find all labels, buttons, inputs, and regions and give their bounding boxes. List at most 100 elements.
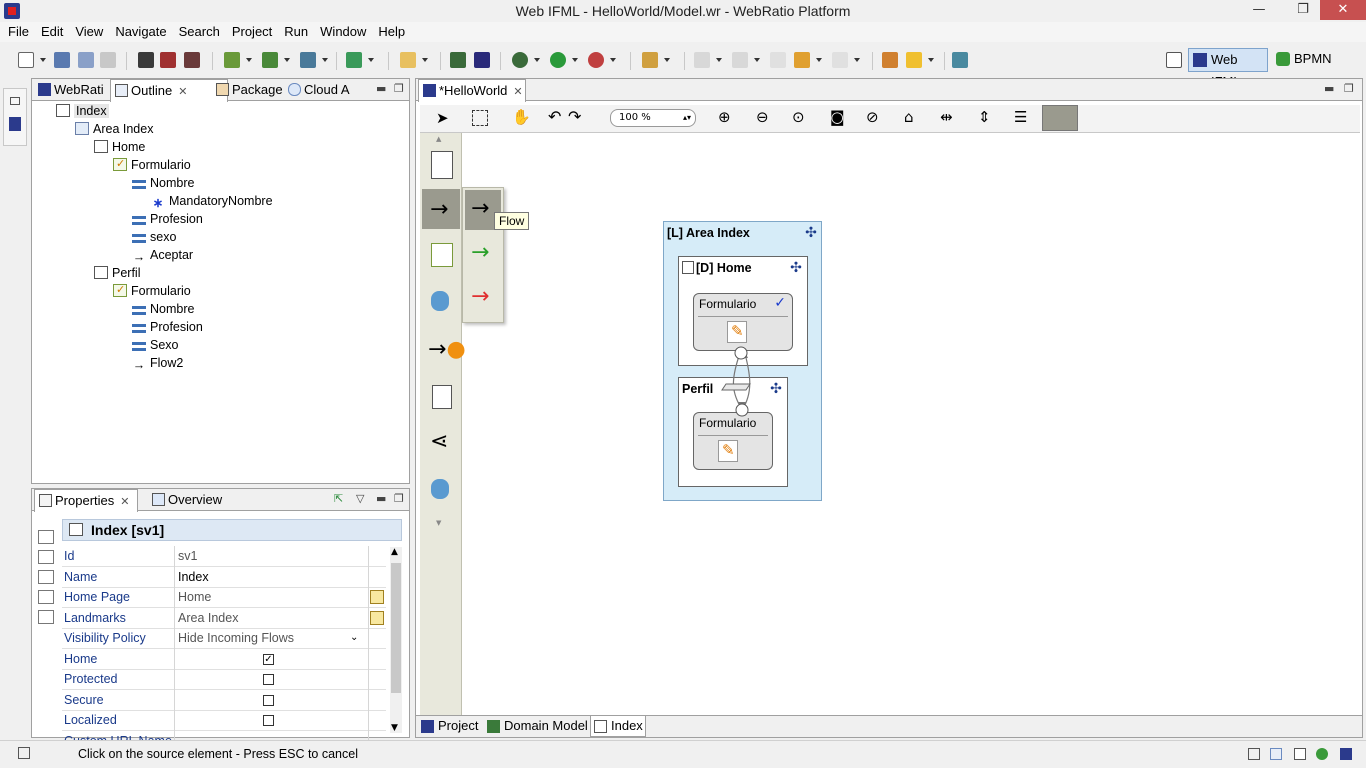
close-outline-icon[interactable]: ✕ <box>178 82 187 102</box>
generate-full-icon[interactable] <box>160 52 176 68</box>
property-value[interactable]: sv1 <box>178 546 368 566</box>
palette-switch-tool[interactable]: ⋖ <box>422 423 460 463</box>
property-row[interactable]: Visibility Policy Hide Incoming Flows ⌄ <box>62 628 386 649</box>
palette-form-tool[interactable] <box>422 235 460 275</box>
pin-icon[interactable]: ⇱ <box>334 492 343 505</box>
select-landmarks-icon[interactable] <box>370 610 384 625</box>
palette-flow-tool[interactable]: → <box>422 189 460 229</box>
scrollbar-thumb[interactable] <box>391 563 401 693</box>
property-value[interactable]: Index <box>178 567 368 587</box>
scroll-down-icon[interactable]: ▼ <box>391 723 398 733</box>
perspective-web-ifml[interactable]: Web IFML <box>1188 48 1268 89</box>
properties-scrollbar[interactable]: ▲ ▼ <box>390 547 402 733</box>
tools-icon[interactable] <box>642 52 658 68</box>
property-row[interactable]: Protected <box>62 669 386 690</box>
general-tab-icon[interactable] <box>38 530 54 544</box>
menu-edit[interactable]: Edit <box>35 22 69 42</box>
zoom-page-icon[interactable]: ◙ <box>830 108 845 126</box>
open-perspective-icon[interactable] <box>1166 52 1182 68</box>
view-menu-icon[interactable]: ▽ <box>356 492 364 505</box>
property-value[interactable]: Area Index <box>178 608 368 628</box>
menu-window[interactable]: Window <box>314 22 372 42</box>
redo-icon[interactable]: ↷ <box>568 107 581 126</box>
maximize-button[interactable]: ❐ <box>1288 0 1318 20</box>
property-value[interactable]: Home <box>178 587 368 607</box>
back-icon[interactable] <box>794 52 810 68</box>
tab-project[interactable]: Project <box>418 716 482 737</box>
flyout-ko-flow-item[interactable]: → <box>465 278 501 318</box>
webratio-status-icon[interactable] <box>1340 748 1352 760</box>
menu-run[interactable]: Run <box>278 22 314 42</box>
tree-item[interactable]: ∗ MandatoryNombre <box>151 192 273 210</box>
chevron-down-icon[interactable]: ⌄ <box>350 628 358 648</box>
menu-view[interactable]: View <box>69 22 109 42</box>
palette-scroll-up-icon[interactable]: ▲ <box>436 135 441 143</box>
generate-project-icon[interactable] <box>184 52 200 68</box>
maximize-view-icon[interactable]: ❐ <box>394 82 404 95</box>
zoom-out-icon[interactable]: ⊖ <box>756 108 769 126</box>
book-icon[interactable] <box>474 52 490 68</box>
minimize-editor-icon[interactable]: ▬ <box>1324 82 1334 95</box>
folder-icon[interactable] <box>400 52 416 68</box>
property-checkbox[interactable]: ✓ <box>263 653 274 665</box>
tab-webratio[interactable]: WebRati <box>34 79 108 101</box>
area-index-box[interactable]: [L] Area Index ✣ [D] Home ✣ Formulario ✓… <box>663 221 822 501</box>
code-tab-icon[interactable] <box>38 570 54 584</box>
palette-data-tool[interactable] <box>422 281 460 321</box>
tree-item[interactable]: Profesion <box>132 210 203 228</box>
save-all-icon[interactable] <box>78 52 94 68</box>
validate-icon[interactable] <box>882 52 898 68</box>
menu-search[interactable]: Search <box>173 22 226 42</box>
zoom-in-icon[interactable]: ⊕ <box>718 108 731 126</box>
run-config-icon[interactable] <box>588 52 604 68</box>
property-row[interactable]: Landmarks Area Index <box>62 607 386 629</box>
restore-view-icon[interactable] <box>1248 748 1260 760</box>
fast-view-icon[interactable] <box>18 747 30 759</box>
menu-help[interactable]: Help <box>372 22 411 42</box>
prev-annotation-icon[interactable] <box>732 52 748 68</box>
tree-item[interactable]: sexo <box>132 228 176 246</box>
tree-item[interactable]: Nombre <box>132 174 194 192</box>
palette-action-tool[interactable]: →● <box>422 331 466 371</box>
menu-file[interactable]: File <box>2 22 35 42</box>
run-icon[interactable] <box>550 52 566 68</box>
maximize-properties-icon[interactable]: ❐ <box>394 492 404 505</box>
tree-item[interactable]: → Aceptar <box>132 246 193 264</box>
zoom-selection-icon[interactable]: ⊘ <box>866 108 879 126</box>
minimize-view-icon[interactable]: ▬ <box>376 82 386 95</box>
minimize-properties-icon[interactable]: ▬ <box>376 492 386 505</box>
minimize-button[interactable]: — <box>1244 0 1274 20</box>
webratio-view-icon[interactable] <box>9 117 21 131</box>
zoom-spinner-icon[interactable]: ▴▾ <box>683 110 691 126</box>
layout-tool-icon[interactable] <box>1042 105 1078 131</box>
property-row[interactable]: Secure <box>62 689 386 711</box>
align-icon[interactable]: ☰ <box>1014 108 1027 126</box>
property-row[interactable]: Localized <box>62 710 386 731</box>
property-checkbox[interactable] <box>263 674 274 685</box>
palette-page-tool[interactable] <box>422 145 460 185</box>
zoom-combo[interactable]: 100 % ▴▾ <box>610 109 696 127</box>
property-row[interactable]: Home Page Home <box>62 587 386 608</box>
print-icon[interactable] <box>100 52 116 68</box>
comment-tab-icon[interactable] <box>38 610 54 624</box>
page-view-icon[interactable] <box>1294 748 1306 760</box>
property-checkbox[interactable] <box>263 715 274 726</box>
tree-item[interactable]: → Flow2 <box>132 354 184 372</box>
restore-icon[interactable] <box>10 97 20 105</box>
pan-tool-icon[interactable]: ✋ <box>512 108 531 126</box>
close-properties-icon[interactable]: ✕ <box>120 492 129 512</box>
property-row[interactable]: Home ✓ <box>62 648 386 670</box>
server-icon[interactable] <box>346 52 362 68</box>
property-value[interactable]: Hide Incoming Flows <box>178 628 368 648</box>
tab-overview[interactable]: Overview <box>148 489 228 511</box>
document-tab-icon[interactable] <box>38 550 54 564</box>
tab-properties[interactable]: Properties ✕ <box>34 489 138 512</box>
tree-item[interactable]: Profesion <box>132 318 203 336</box>
select-tool-icon[interactable]: ➤ <box>436 109 449 127</box>
tree-item[interactable]: Nombre <box>132 300 194 318</box>
grid-view-icon[interactable] <box>1270 748 1282 760</box>
new-icon[interactable] <box>18 52 34 68</box>
perspective-bpmn[interactable]: BPMN <box>1274 48 1344 72</box>
tree-item[interactable]: Perfil <box>94 264 140 282</box>
palette-filter-tool[interactable] <box>422 469 460 509</box>
